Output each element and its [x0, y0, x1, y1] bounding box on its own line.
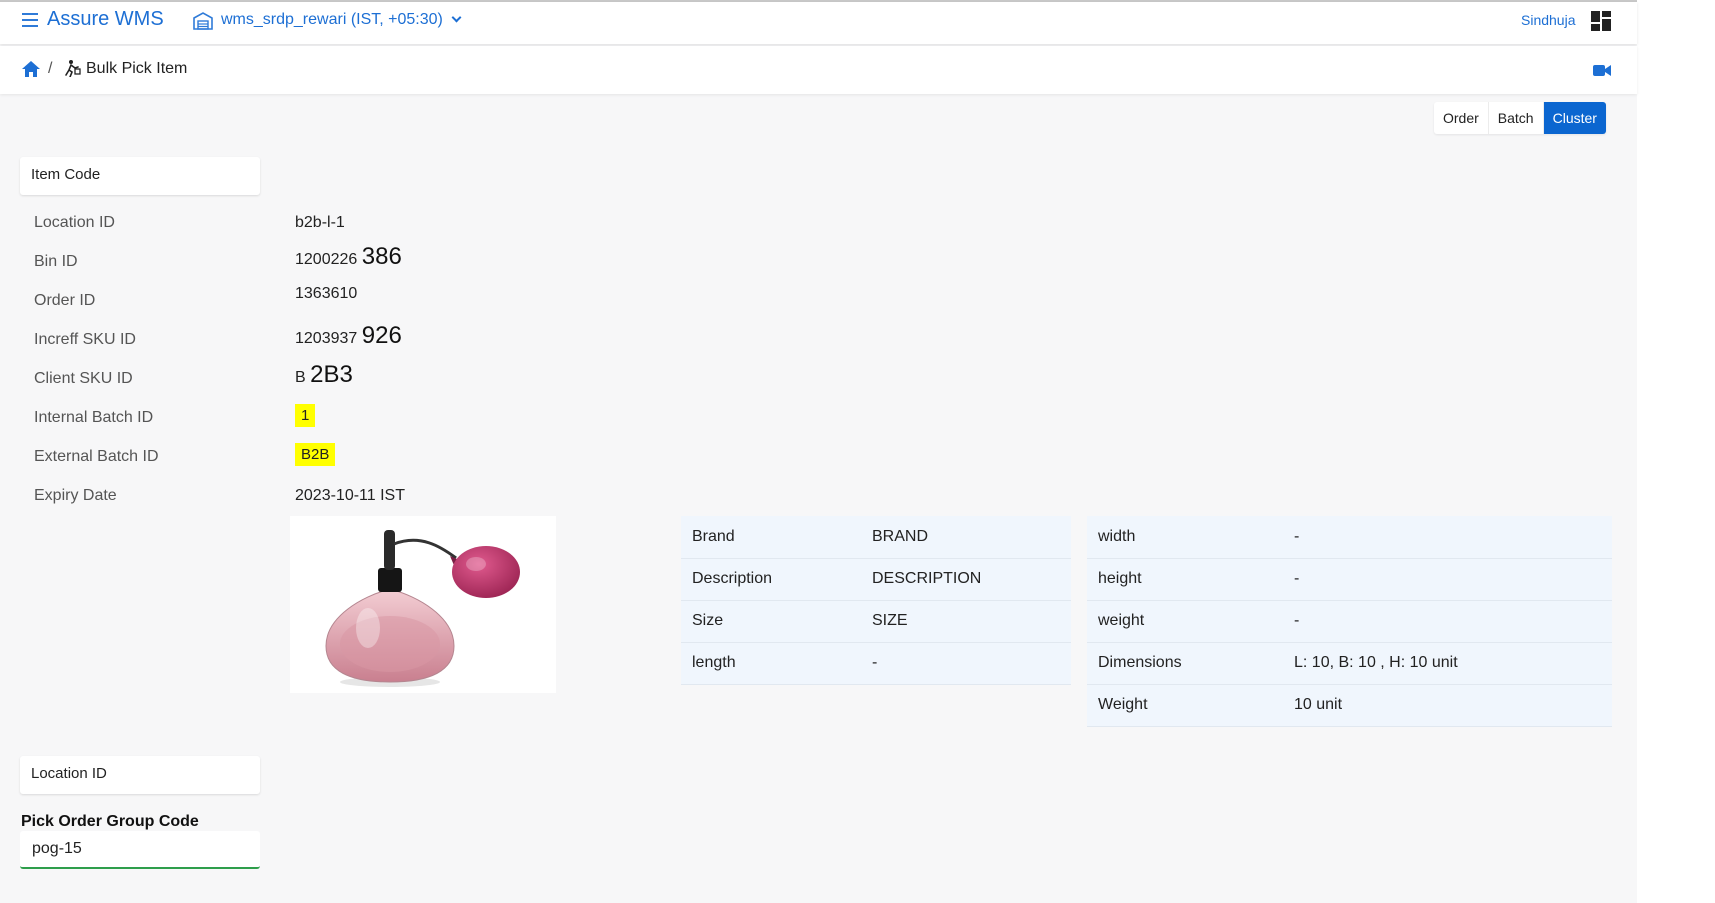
expiry-date-label: Expiry Date	[34, 487, 117, 504]
attr-value: -	[1283, 516, 1612, 559]
attr-value: -	[861, 642, 1071, 685]
table-row: weight -	[1087, 600, 1612, 643]
increff-sku-id-prefix: 1203937	[295, 330, 358, 347]
breadcrumb-separator: /	[48, 60, 53, 77]
pick-icon	[65, 60, 81, 77]
attr-key: Description	[681, 558, 861, 601]
pick-mode-order-button[interactable]: Order	[1434, 102, 1489, 134]
pick-order-group-label: Pick Order Group Code	[21, 813, 199, 830]
client-sku-id-suffix: 2B3	[310, 361, 353, 388]
pick-mode-toggle: Order Batch Cluster	[1434, 102, 1606, 134]
user-name[interactable]: Sindhuja	[1521, 12, 1576, 28]
home-icon[interactable]	[22, 61, 40, 77]
order-id-value: 1363610	[295, 285, 358, 302]
bin-id-suffix: 386	[361, 243, 402, 270]
attr-value: L: 10, B: 10 , H: 10 unit	[1283, 642, 1612, 685]
attr-key: width	[1087, 516, 1283, 559]
internal-batch-id-badge: 1	[295, 404, 316, 427]
internal-batch-id-value: 1	[295, 404, 316, 427]
bin-id-label: Bin ID	[34, 253, 78, 270]
expiry-date-value: 2023-10-11 IST	[295, 487, 405, 504]
table-row: Brand BRAND	[681, 516, 1071, 559]
client-sku-id-prefix: B	[295, 369, 306, 386]
table-row: width -	[1087, 516, 1612, 559]
page-title: Bulk Pick Item	[86, 60, 188, 77]
warehouse-icon	[193, 12, 213, 30]
attr-value: BRAND	[861, 516, 1071, 559]
external-batch-id-value: B2B	[295, 443, 336, 466]
app-root: Assure WMS wms_srdp_rewari (IST, +05:30)…	[0, 0, 1637, 903]
bin-id-prefix: 1200226	[295, 251, 358, 268]
attr-key: Dimensions	[1087, 642, 1283, 685]
external-batch-id-label: External Batch ID	[34, 448, 159, 465]
item-code-input[interactable]: Item Code	[20, 157, 260, 195]
grid-icon[interactable]	[1591, 11, 1611, 31]
attributes-table-left: Brand BRAND Description DESCRIPTION Size…	[681, 516, 1071, 685]
table-row: length -	[681, 642, 1071, 685]
warehouse-timezone: (IST, +05:30)	[350, 11, 443, 28]
attr-key: height	[1087, 558, 1283, 601]
app-name[interactable]: Assure WMS	[47, 8, 164, 31]
client-sku-id-value: B 2B3	[295, 361, 353, 389]
location-id-value: b2b-l-1	[295, 214, 345, 231]
chevron-down-icon	[451, 12, 462, 23]
attr-value: -	[1283, 558, 1612, 601]
increff-sku-id-value: 1203937 926	[295, 322, 402, 350]
table-row: height -	[1087, 558, 1612, 601]
attr-value: DESCRIPTION	[861, 558, 1071, 601]
table-row: Weight 10 unit	[1087, 684, 1612, 727]
attr-value: SIZE	[861, 600, 1071, 643]
pick-order-group-input[interactable]: pog-15	[20, 831, 260, 869]
table-row: Description DESCRIPTION	[681, 558, 1071, 601]
client-sku-id-label: Client SKU ID	[34, 370, 133, 387]
top-navbar: Assure WMS wms_srdp_rewari (IST, +05:30)…	[0, 2, 1637, 44]
attr-key: Weight	[1087, 684, 1283, 727]
video-icon[interactable]	[1593, 64, 1611, 77]
attr-key: Brand	[681, 516, 861, 559]
attr-value: 10 unit	[1283, 684, 1612, 727]
external-batch-id-badge: B2B	[295, 443, 336, 466]
bin-id-value: 1200226 386	[295, 243, 402, 271]
increff-sku-id-suffix: 926	[361, 322, 402, 349]
location-id-label: Location ID	[34, 214, 115, 231]
table-row: Dimensions L: 10, B: 10 , H: 10 unit	[1087, 642, 1612, 685]
table-row: Size SIZE	[681, 600, 1071, 643]
pick-mode-batch-button[interactable]: Batch	[1489, 102, 1544, 134]
attr-key: weight	[1087, 600, 1283, 643]
product-image	[290, 516, 556, 693]
internal-batch-id-label: Internal Batch ID	[34, 409, 154, 426]
pick-mode-cluster-button[interactable]: Cluster	[1543, 102, 1606, 134]
breadcrumb: / Bulk Pick Item	[0, 46, 1637, 94]
warehouse-name: wms_srdp_rewari	[221, 11, 347, 28]
increff-sku-id-label: Increff SKU ID	[34, 331, 136, 348]
attr-key: Size	[681, 600, 861, 643]
order-id-label: Order ID	[34, 292, 96, 309]
warehouse-selector[interactable]: wms_srdp_rewari (IST, +05:30)	[221, 11, 462, 29]
attr-key: length	[681, 642, 861, 685]
attr-value: -	[1283, 600, 1612, 643]
attributes-table-right: width - height - weight - Dimensions L: …	[1087, 516, 1612, 727]
location-id-input[interactable]: Location ID	[20, 756, 260, 794]
menu-icon[interactable]	[22, 13, 38, 27]
